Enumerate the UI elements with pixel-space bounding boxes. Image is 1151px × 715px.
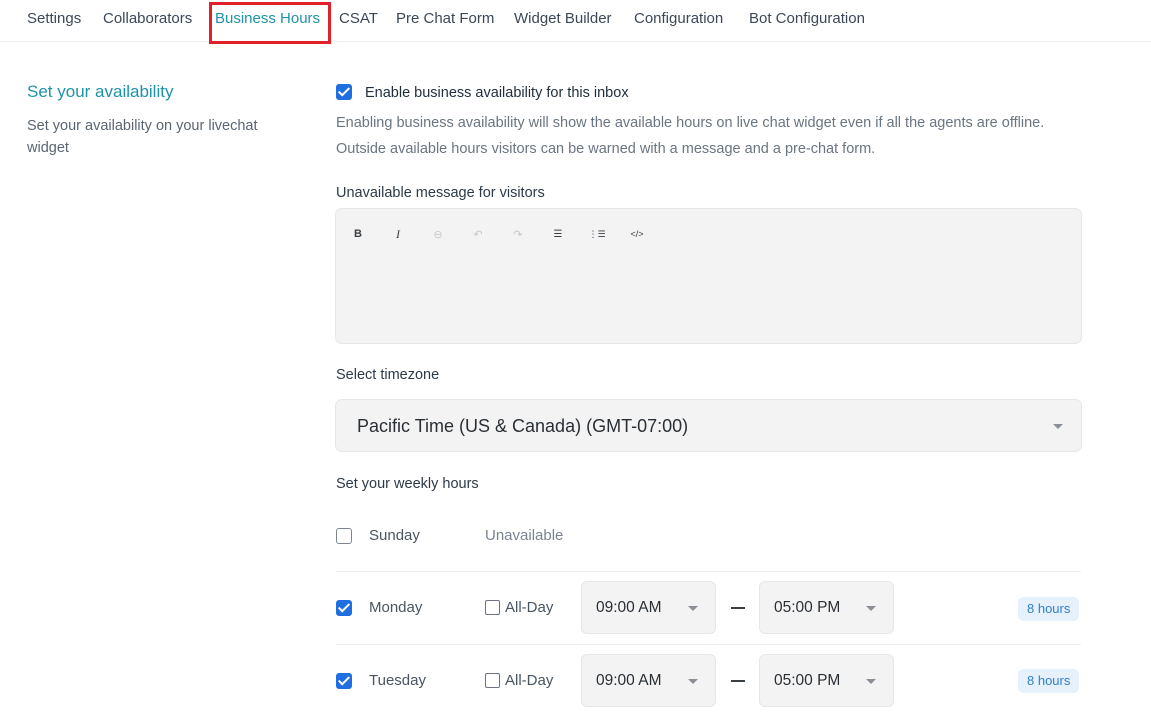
tab-pre-chat-form[interactable]: Pre Chat Form	[396, 10, 494, 27]
day-name-monday: Monday	[369, 599, 423, 616]
bold-icon[interactable]: B	[350, 226, 366, 242]
numbered-list-icon[interactable]: ⋮☰	[588, 226, 605, 242]
unavailable-message-label: Unavailable message for visitors	[336, 185, 545, 201]
monday-to-value: 05:00 PM	[774, 599, 841, 616]
tuesday-checkbox[interactable]	[336, 673, 352, 689]
tuesday-to-select[interactable]: 05:00 PM	[759, 654, 894, 707]
tab-csat[interactable]: CSAT	[339, 10, 378, 27]
redo-icon[interactable]: ↷	[510, 226, 526, 242]
chevron-down-icon	[866, 606, 876, 611]
monday-checkbox[interactable]	[336, 600, 352, 616]
tuesday-to-value: 05:00 PM	[774, 672, 841, 689]
enable-availability-label: Enable business availability for this in…	[365, 85, 629, 101]
day-name-sunday: Sunday	[369, 527, 420, 544]
tab-configuration[interactable]: Configuration	[634, 10, 723, 27]
bullet-list-icon[interactable]: ☰	[550, 226, 566, 242]
settings-tabs: Settings Collaborators Business Hours CS…	[0, 0, 1151, 42]
time-range-dash	[731, 607, 745, 609]
italic-icon[interactable]: I	[390, 226, 406, 242]
monday-all-day-label: All-Day	[505, 599, 554, 616]
enable-availability-help: Enabling business availability will show…	[336, 115, 1045, 157]
unavailable-message-editor[interactable]: B I ⊖ ↶ ↷ ☰ ⋮☰ </>	[335, 208, 1082, 344]
tuesday-hours-badge: 8 hours	[1018, 669, 1080, 693]
chevron-down-icon	[688, 606, 698, 611]
weekly-hours-label: Set your weekly hours	[336, 476, 479, 492]
timezone-value: Pacific Time (US & Canada) (GMT-07:00)	[357, 416, 689, 436]
tuesday-from-select[interactable]: 09:00 AM	[581, 654, 716, 707]
sunday-checkbox[interactable]	[336, 528, 352, 544]
section-description: Set your availability on your livechat w…	[27, 118, 258, 156]
tuesday-all-day-label: All-Day	[505, 672, 554, 689]
monday-from-select[interactable]: 09:00 AM	[581, 581, 716, 634]
monday-to-select[interactable]: 05:00 PM	[759, 581, 894, 634]
chevron-down-icon	[866, 679, 876, 684]
tab-bot-configuration[interactable]: Bot Configuration	[749, 10, 865, 27]
timezone-select[interactable]: Pacific Time (US & Canada) (GMT-07:00)	[335, 399, 1082, 452]
chevron-down-icon	[688, 679, 698, 684]
active-tab-highlight	[209, 2, 331, 44]
code-icon[interactable]: </>	[629, 226, 645, 242]
tuesday-all-day-checkbox[interactable]	[485, 673, 500, 688]
tab-widget-builder[interactable]: Widget Builder	[514, 10, 612, 27]
monday-all-day-checkbox[interactable]	[485, 600, 500, 615]
time-range-dash	[731, 680, 745, 682]
monday-from-value: 09:00 AM	[596, 599, 662, 616]
row-divider	[336, 644, 1081, 645]
row-divider	[336, 571, 1081, 572]
link-icon[interactable]: ⊖	[430, 226, 446, 242]
section-title: Set your availability	[27, 82, 174, 101]
enable-availability-checkbox[interactable]	[336, 84, 352, 100]
undo-icon[interactable]: ↶	[470, 226, 486, 242]
day-name-tuesday: Tuesday	[369, 672, 426, 689]
tab-settings[interactable]: Settings	[27, 10, 81, 27]
tab-collaborators[interactable]: Collaborators	[103, 10, 192, 27]
timezone-label: Select timezone	[336, 367, 440, 383]
sunday-status: Unavailable	[485, 527, 564, 544]
tuesday-from-value: 09:00 AM	[596, 672, 662, 689]
chevron-down-icon	[1053, 424, 1063, 429]
monday-hours-badge: 8 hours	[1018, 597, 1080, 621]
